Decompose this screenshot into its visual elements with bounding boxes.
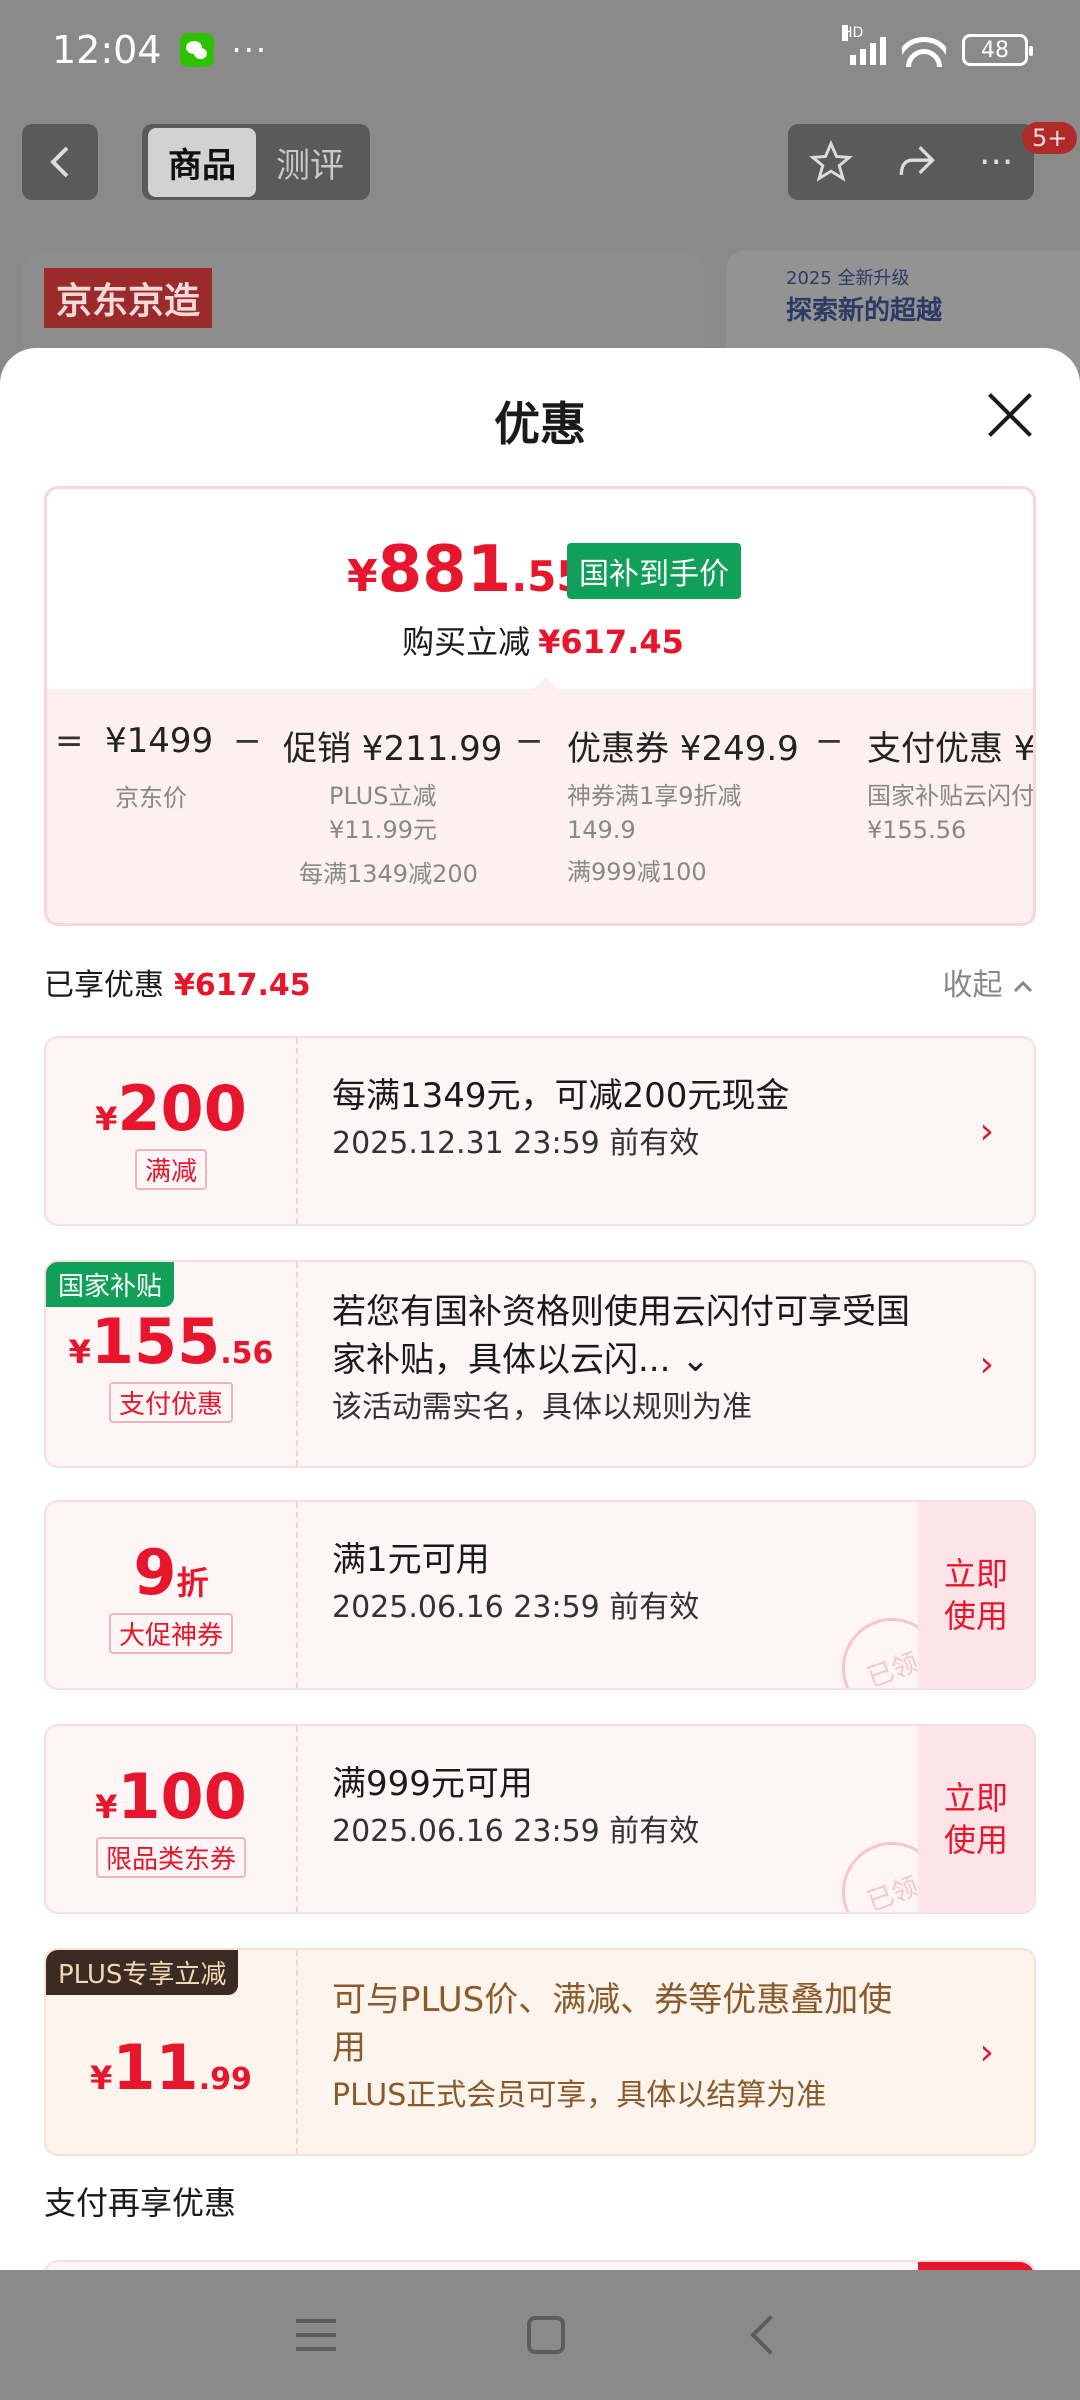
reduce-line: 购买立减 ¥617.45 xyxy=(402,623,684,661)
home-icon[interactable] xyxy=(526,2316,565,2354)
discount-card-full-reduction[interactable]: ¥200 满减 每满1349元，可减200元现金 2025.12.31 23:5… xyxy=(44,1036,1036,1226)
price-summary-card: ¥ 881 .55 国补到手价 购买立减 ¥617.45 = ¥1499 京东价 … xyxy=(44,486,1036,926)
discount-type-tag: 满减 xyxy=(134,1149,207,1190)
pay-section-title: 支付再享优惠 xyxy=(44,2184,237,2222)
discount-sheet: 优惠 ¥ 881 .55 国补到手价 购买立减 ¥617.45 = ¥1499 京… xyxy=(0,348,1080,2270)
use-now-button[interactable]: 立即 使用 xyxy=(918,1726,1034,1912)
breakdown-sub: PLUS立减 xyxy=(329,782,437,810)
chevron-right-icon: › xyxy=(979,1344,994,1385)
navigation-bar xyxy=(0,2270,1080,2400)
tab-group: 商品 测评 xyxy=(142,124,370,200)
banner-line2: 探索新的超越 xyxy=(786,296,943,326)
breakdown-amount: 促销 ¥211.99 xyxy=(283,729,503,769)
hd-label: HD xyxy=(842,25,864,41)
chevron-up-icon xyxy=(1013,980,1033,993)
card-title: 可与PLUS价、满减、券等优惠叠加使用 xyxy=(332,1980,893,2068)
breakdown-amount: ¥1499 xyxy=(105,721,214,761)
card-validity: 2025.06.16 23:59 前有效 xyxy=(332,1590,700,1625)
minus-sign: − xyxy=(815,721,844,761)
breakdown-amount: 支付优惠 ¥155.56 xyxy=(867,729,1036,769)
breakdown-sub: 满999减100 xyxy=(567,858,707,886)
card-validity: 2025.12.31 23:59 前有效 xyxy=(332,1126,700,1161)
breakdown-sub: ¥155.56 xyxy=(867,816,967,844)
breakdown-sub: 149.9 xyxy=(567,816,636,844)
discount-type-tag: 支付优惠 xyxy=(108,1382,233,1423)
action-group: ··· xyxy=(788,124,1034,200)
more-icon[interactable]: ··· xyxy=(979,142,1013,183)
coupon-card-discount: 9折 大促神券 满1元可用 2025.06.16 23:59 前有效 已领 立即… xyxy=(44,1500,1036,1690)
chevron-right-icon: › xyxy=(979,1111,994,1152)
discount-type-tag: 限品类东券 xyxy=(95,1837,246,1878)
banner-line1: 2025 全新升级 xyxy=(786,268,910,289)
card-validity: 2025.06.16 23:59 前有效 xyxy=(332,1814,700,1849)
breakdown-sub: 京东价 xyxy=(115,784,187,812)
plus-discount-card[interactable]: PLUS专享立减 ¥11.99 可与PLUS价、满减、券等优惠叠加使用 PLUS… xyxy=(44,1948,1036,2156)
breakdown-sub: 神券满1享9折减 xyxy=(567,782,742,810)
discount-amount: ¥11.99 xyxy=(90,2030,252,2104)
minus-sign: − xyxy=(515,721,544,761)
card-note: PLUS正式会员可享，具体以结算为准 xyxy=(332,2078,827,2113)
card-title: 满1元可用 xyxy=(332,1540,490,1580)
breakdown-sub: ¥11.99元 xyxy=(329,816,437,844)
discount-amount: ¥100 xyxy=(95,1760,247,1833)
discount-amount: ¥155.56 xyxy=(68,1305,274,1378)
close-icon[interactable] xyxy=(986,390,1034,438)
battery-level: 48 xyxy=(981,37,1009,63)
menu-icon[interactable] xyxy=(295,2319,336,2351)
battery-icon: 48 xyxy=(962,34,1033,66)
discount-type-tag: 大促神券 xyxy=(108,1613,233,1654)
back-icon[interactable] xyxy=(750,2315,791,2355)
discount-amount: 9折 xyxy=(133,1536,209,1609)
back-button[interactable] xyxy=(22,124,98,200)
enjoyed-discount-label: 已享优惠 ¥617.45 xyxy=(44,968,311,1003)
card-title: 满999元可用 xyxy=(332,1764,533,1804)
equals-sign: = xyxy=(55,721,84,761)
breakdown-sub: 国家补贴云闪付 xyxy=(867,782,1035,810)
coupon-card-category: ¥100 限品类东券 满999元可用 2025.06.16 23:59 前有效 … xyxy=(44,1724,1036,1914)
wechat-icon xyxy=(179,33,214,67)
wifi-icon xyxy=(902,33,946,67)
card-note: 该活动需实名，具体以规则为准 xyxy=(332,1390,752,1425)
share-icon[interactable] xyxy=(894,140,938,184)
price-breakdown[interactable]: = ¥1499 京东价 − 促销 ¥211.99 PLUS立减 ¥11.99元 … xyxy=(47,721,1036,921)
signal-icon: HD xyxy=(842,25,886,65)
breakdown-amount: 优惠券 ¥249.9 xyxy=(567,729,799,769)
collapse-button[interactable]: 收起 xyxy=(942,960,1034,1004)
notification-badge: 5+ xyxy=(1022,122,1078,154)
subsidy-price-tag: 国补到手价 xyxy=(567,543,741,599)
card-title[interactable]: 若您有国补资格则使用云闪付可享受国家补贴，具体以云闪... ⌄ xyxy=(332,1288,914,1384)
sheet-title: 优惠 xyxy=(494,397,586,451)
minus-sign: − xyxy=(233,721,262,761)
discount-card-payment[interactable]: 国家补贴 ¥155.56 支付优惠 若您有国补资格则使用云闪付可享受国家补贴，具… xyxy=(44,1260,1036,1468)
use-now-button[interactable]: 立即 使用 xyxy=(918,1502,1034,1688)
discount-amount: ¥200 xyxy=(95,1072,247,1145)
chevron-right-icon: › xyxy=(979,2032,994,2073)
breakdown-sub: 每满1349减200 xyxy=(299,860,478,888)
tab-product[interactable]: 商品 xyxy=(148,127,256,197)
star-icon[interactable] xyxy=(808,140,853,184)
card-title: 每满1349元，可减200元现金 xyxy=(332,1076,790,1116)
brand-tag: 京东京造 xyxy=(44,268,213,328)
status-time: 12:04 xyxy=(52,28,162,72)
tab-review[interactable]: 测评 xyxy=(256,138,364,187)
pointer-arrow xyxy=(530,676,562,708)
final-price: ¥ 881 .55 xyxy=(347,533,586,607)
pay-discount-card[interactable] xyxy=(44,2260,1036,2270)
chevron-left-icon xyxy=(50,146,69,178)
more-notifications-icon: ··· xyxy=(231,31,269,69)
status-bar: 12:04 ··· HD 48 xyxy=(0,0,1080,100)
